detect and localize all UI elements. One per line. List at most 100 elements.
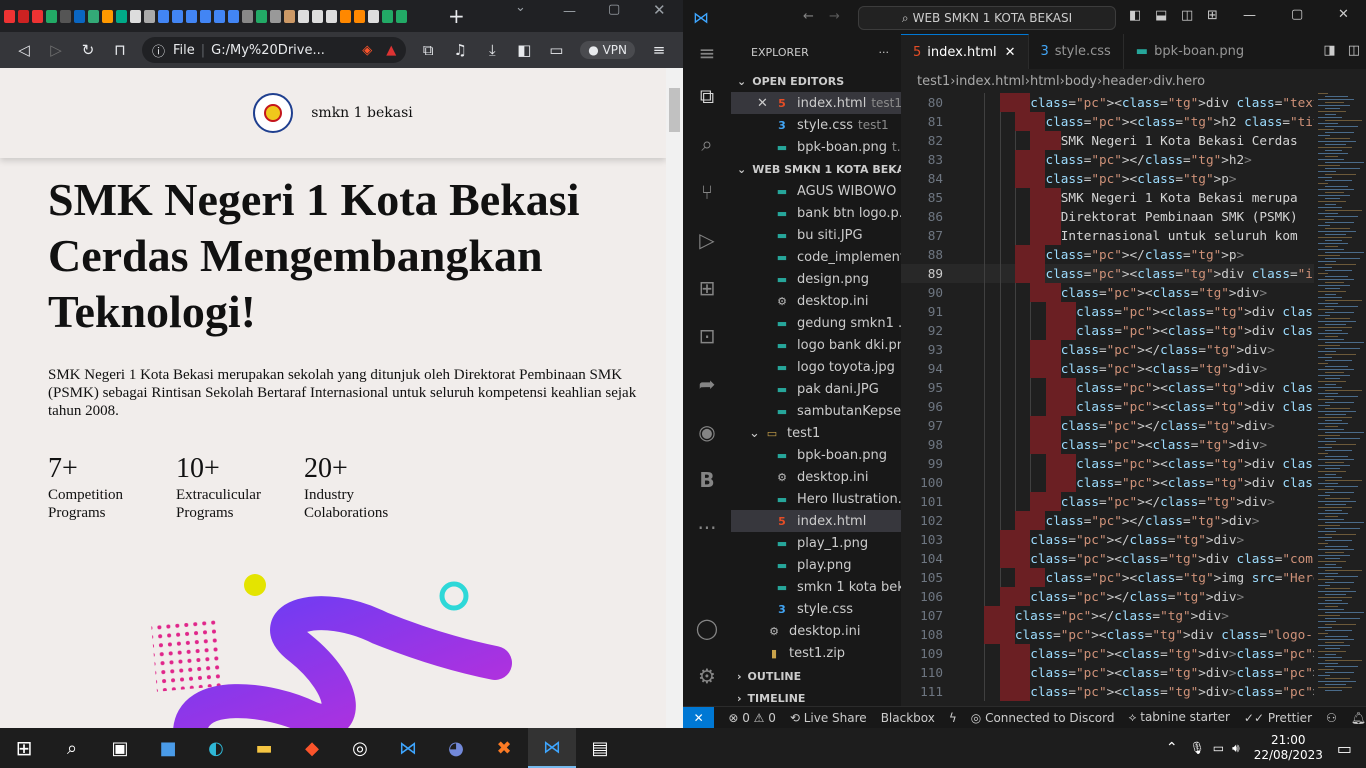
file-item[interactable]: ▬ code_implement... [731, 246, 901, 268]
tab-icon[interactable] [228, 9, 239, 23]
minimize-icon[interactable]: — [1243, 8, 1256, 23]
code-line[interactable]: 85 SMK Negeri 1 Kota Bekasi merupa [901, 188, 1366, 207]
vscode-taskbar-icon[interactable]: ⋈ [384, 728, 432, 768]
tab-icon[interactable] [186, 9, 197, 23]
sidebar-icon[interactable]: ◧ [508, 41, 540, 59]
tab-icon[interactable] [326, 9, 337, 23]
breadcrumb-item[interactable]: header [1102, 74, 1148, 89]
file-item[interactable]: ▬ pak dani.JPG [731, 378, 901, 400]
open-editors-section[interactable]: ⌄ OPEN EDITORS [731, 70, 901, 92]
command-center-search[interactable]: ⌕ WEB SMKN 1 KOTA BEKASI [858, 6, 1116, 30]
tab-icon[interactable] [256, 9, 267, 23]
tab-icon[interactable] [340, 9, 351, 23]
remote-desktop-icon[interactable]: ▤ [576, 728, 624, 768]
tab-icon[interactable] [116, 9, 127, 23]
scrollbar-thumb[interactable] [669, 88, 680, 132]
tab-icon[interactable] [312, 9, 323, 23]
remote-indicator-icon[interactable]: ✕ [683, 706, 715, 729]
extensions-icon[interactable]: ⊞ [683, 264, 731, 312]
back-icon[interactable]: ◁ [8, 41, 40, 59]
source-control-icon[interactable]: ⑂ [683, 168, 731, 216]
accounts-icon[interactable]: ⚇ [1326, 711, 1337, 725]
code-line[interactable]: 88 class="pc"></class="tg">p> [901, 245, 1366, 264]
file-item[interactable]: ▬ gedung smkn1 ... [731, 312, 901, 334]
code-line[interactable]: 100class="pc"><class="tg">div class="det… [901, 473, 1366, 492]
store-icon[interactable]: ■ [144, 728, 192, 768]
preview-icon[interactable]: ◨ [1317, 34, 1341, 69]
code-line[interactable]: 103 class="pc"></class="tg">div> [901, 530, 1366, 549]
vscode-active-icon[interactable]: ⋈ [528, 728, 576, 768]
download-icon[interactable]: ⤓ [476, 41, 508, 59]
prettier-status[interactable]: ✓✓ Prettier [1244, 711, 1312, 725]
code-line[interactable]: 92class="pc"><class="tg">div class="deta… [901, 321, 1366, 340]
microphone-icon[interactable]: 🎙︎ [1190, 741, 1205, 755]
tab-icon[interactable] [144, 9, 155, 23]
live-share-status[interactable]: ⟲ Live Share [790, 711, 867, 725]
maximize-icon[interactable]: ▢ [1291, 7, 1303, 22]
file-item[interactable]: 3 style.css test1 [731, 114, 901, 136]
tab-bpk-boan[interactable]: ▬ bpk-boan.png [1124, 34, 1256, 69]
nav-back-icon[interactable]: ← [803, 9, 814, 24]
settings-gear-icon[interactable]: ⚙ [683, 652, 731, 700]
code-line[interactable]: 106 class="pc"></class="tg">div> [901, 587, 1366, 606]
close-icon[interactable]: ✕ [1338, 7, 1349, 22]
tab-icon[interactable] [130, 9, 141, 23]
close-icon[interactable]: ✕ [757, 96, 775, 111]
file-explorer-icon[interactable]: ▬ [240, 728, 288, 768]
split-editor-icon[interactable]: ◫ [1342, 34, 1366, 69]
bookmark-icon[interactable]: ⊓ [104, 41, 136, 59]
chevron-up-icon[interactable]: ⌃ [1166, 740, 1178, 756]
code-line[interactable]: 82 SMK Negeri 1 Kota Bekasi Cerdas [901, 131, 1366, 150]
explorer-icon[interactable]: ⧉ [683, 72, 731, 120]
run-debug-icon[interactable]: ▷ [683, 216, 731, 264]
live-share-icon[interactable]: ➦ [683, 360, 731, 408]
remote-explorer-icon[interactable]: ⊡ [683, 312, 731, 360]
code-line[interactable]: 91class="pc"><class="tg">div class="numb… [901, 302, 1366, 321]
tab-icon[interactable] [396, 9, 407, 23]
forward-icon[interactable]: ▷ [40, 41, 72, 59]
file-item[interactable]: ▬ bpk-boan.png t... [731, 136, 901, 158]
new-tab-icon[interactable]: + [448, 4, 465, 28]
search-icon[interactable]: ⌕ [48, 728, 96, 768]
discord-status[interactable]: ◎ Connected to Discord [971, 711, 1115, 725]
tab-icon[interactable] [354, 9, 365, 23]
menu-icon[interactable]: ≡ [643, 41, 675, 59]
code-line[interactable]: 111 class="pc"><class="tg">div>class="pc"… [901, 682, 1366, 701]
code-line[interactable]: 96class="pc"><class="tg">div class="deta… [901, 397, 1366, 416]
volume-icon[interactable]: 🔊︎ [1232, 741, 1240, 756]
more-icon[interactable]: ··· [683, 504, 731, 552]
breadcrumb-item[interactable]: div.hero [1153, 74, 1205, 89]
code-line[interactable]: 93 class="pc"></class="tg">div> [901, 340, 1366, 359]
code-line[interactable]: 80 class="pc"><class="tg">div class="text… [901, 93, 1366, 112]
tab-icon[interactable] [284, 9, 295, 23]
file-item[interactable]: ▬ bank btn logo.p... [731, 202, 901, 224]
toggle-sidebar-icon[interactable]: ◧ [1129, 8, 1141, 23]
tab-icon[interactable] [200, 9, 211, 23]
code-line[interactable]: 97 class="pc"></class="tg">div> [901, 416, 1366, 435]
reload-icon[interactable]: ↻ [72, 41, 104, 59]
blackbox-icon[interactable]: B [683, 456, 731, 504]
chevron-down-icon[interactable]: ⌄ [515, 0, 526, 15]
file-item[interactable]: ⚙ desktop.ini [731, 466, 901, 488]
code-line[interactable]: 86 Direktorat Pembinaan SMK (PSMK) [901, 207, 1366, 226]
tab-icon[interactable] [60, 9, 71, 23]
problems-indicator[interactable]: ⊗ 0 ⚠ 0 [728, 711, 776, 725]
lightning-icon[interactable]: ϟ [949, 711, 957, 725]
file-item[interactable]: ▬ AGUS WIBOWO ... [731, 180, 901, 202]
edge-icon[interactable]: ◐ [192, 728, 240, 768]
code-line[interactable]: 99class="pc"><class="tg">div class="numb… [901, 454, 1366, 473]
more-actions-icon[interactable]: ··· [879, 46, 890, 59]
workspace-section[interactable]: ⌄ WEB SMKN 1 KOTA BEKASI [731, 158, 917, 180]
network-icon[interactable]: ▭ [1213, 741, 1224, 755]
code-line[interactable]: 110 class="pc"><class="tg">div>class="pc"… [901, 663, 1366, 682]
file-item[interactable]: ▬ sambutanKepse... [731, 400, 901, 422]
file-item[interactable]: 3 style.css [731, 598, 901, 620]
start-windows-icon[interactable]: ⊞ [0, 728, 48, 768]
file-item[interactable]: ▮ test1.zip [731, 642, 901, 664]
code-line[interactable]: 84 class="pc"><class="tg">p> [901, 169, 1366, 188]
code-line[interactable]: 89 class="pc"><class="tg">div class="info… [901, 264, 1366, 283]
obs-icon[interactable]: ◎ [336, 728, 384, 768]
file-item[interactable]: ⚙ desktop.ini [731, 290, 901, 312]
tab-icon[interactable] [158, 9, 169, 23]
code-line[interactable]: 102 class="pc"></class="tg">div> [901, 511, 1366, 530]
